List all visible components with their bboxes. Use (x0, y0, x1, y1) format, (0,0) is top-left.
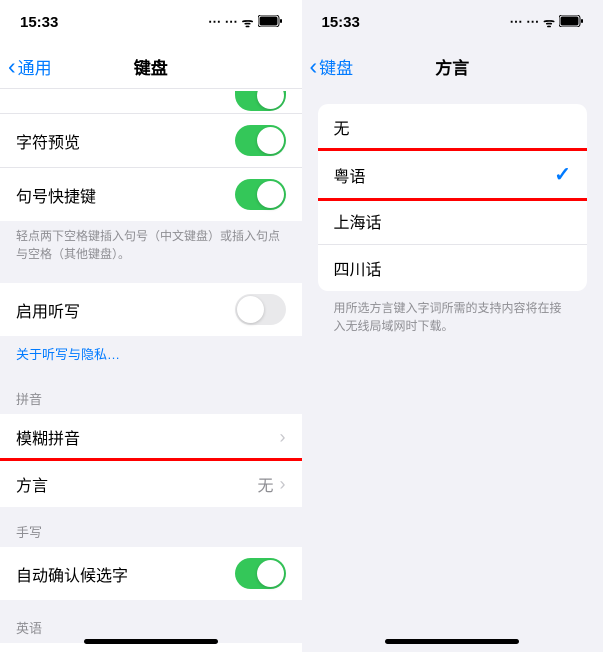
toggle-partial[interactable] (235, 91, 286, 111)
section-header-english: 英语 (0, 600, 302, 643)
row-shanghainese[interactable]: 上海话 (318, 198, 588, 245)
status-time: 15:33 (20, 14, 58, 31)
toggle-period-shortcut[interactable] (235, 179, 286, 210)
row-label: 上海话 (334, 209, 382, 233)
nav-bar: ‹ 键盘 方言 (302, 44, 603, 88)
row-none[interactable]: 无 (318, 104, 588, 151)
status-bar: 15:33 ⋯ ⋯ ᯤ (302, 0, 603, 44)
content: 字符预览 句号快捷键 轻点两下空格键插入句号（中文键盘）或插入句点与空格（其他键… (0, 88, 302, 652)
footer-text: 用所选方言键入字词所需的支持内容将在接入无线局域网时下载。 (302, 291, 603, 335)
row-label: 方言 (16, 472, 48, 496)
back-button[interactable]: ‹ 键盘 (310, 54, 354, 79)
row-label: 四川话 (334, 256, 382, 280)
toggle-auto-confirm[interactable] (235, 558, 286, 589)
row-value: 无 (257, 472, 273, 496)
status-bar: 15:33 ⋯ ⋯ ᯤ (0, 0, 302, 44)
row-char-preview[interactable]: 字符预览 (0, 114, 302, 168)
row-label: 粤语 (334, 163, 366, 187)
row-label: 模糊拼音 (16, 425, 80, 449)
status-right: ⋯ ⋯ ᯤ (208, 13, 282, 31)
row-label: 句号快捷键 (16, 183, 96, 207)
signal-icon: ⋯ ⋯ (510, 14, 540, 30)
status-right: ⋯ ⋯ ᯤ (510, 13, 584, 31)
row-auto-cap[interactable]: 首字母自动大写 (0, 643, 302, 652)
row-label: 无 (334, 115, 350, 139)
home-indicator[interactable] (84, 639, 218, 644)
row-label: 自动确认候选字 (16, 562, 128, 586)
section-header-handwriting: 手写 (0, 504, 302, 547)
battery-icon (258, 15, 282, 30)
toggle-dictation[interactable] (235, 294, 286, 325)
group-english: 首字母自动大写 检查拼写 输入预测 滑行键入时逐词删除 (0, 643, 302, 652)
check-icon: ✓ (554, 162, 571, 187)
back-label: 通用 (18, 54, 52, 79)
wifi-icon: ᯤ (242, 13, 254, 31)
chevron-left-icon: ‹ (8, 55, 16, 78)
row-sichuan[interactable]: 四川话 (318, 245, 588, 291)
page-title: 方言 (435, 54, 469, 79)
page-title: 键盘 (134, 54, 168, 79)
row-dialect[interactable]: 方言 无 › (0, 458, 302, 507)
chevron-right-icon: › (280, 474, 286, 495)
battery-icon (559, 15, 583, 30)
content: 无 粤语 ✓ 上海话 四川话 用所选方言键入字词所需的支持内容将在接入无线局域网… (302, 88, 603, 652)
chevron-right-icon: › (280, 427, 286, 448)
status-time: 15:33 (322, 14, 360, 31)
home-indicator[interactable] (385, 639, 519, 644)
nav-bar: ‹ 通用 键盘 (0, 44, 302, 88)
signal-icon: ⋯ ⋯ (208, 14, 238, 30)
back-button[interactable]: ‹ 通用 (8, 54, 52, 79)
back-label: 键盘 (319, 54, 353, 79)
group-pinyin: 模糊拼音 › 方言 无 › (0, 414, 302, 507)
toggle-char-preview[interactable] (235, 125, 286, 156)
chevron-left-icon: ‹ (310, 55, 318, 78)
section-header-pinyin: 拼音 (0, 371, 302, 414)
group-dialects: 无 粤语 ✓ 上海话 四川话 (318, 104, 588, 291)
group-toggles: 字符预览 句号快捷键 (0, 88, 302, 221)
row-right: 无 › (257, 472, 285, 496)
row-cantonese[interactable]: 粤语 ✓ (318, 148, 588, 201)
row-partial[interactable] (0, 88, 302, 114)
group-dictation: 启用听写 (0, 283, 302, 336)
group-handwriting: 自动确认候选字 (0, 547, 302, 600)
row-label: 字符预览 (16, 129, 80, 153)
row-fuzzy-pinyin[interactable]: 模糊拼音 › (0, 414, 302, 461)
row-auto-confirm[interactable]: 自动确认候选字 (0, 547, 302, 600)
row-period-shortcut[interactable]: 句号快捷键 (0, 168, 302, 221)
row-label: 启用听写 (16, 298, 80, 322)
privacy-link[interactable]: 关于听写与隐私… (0, 336, 302, 371)
wifi-icon: ᯤ (543, 13, 555, 31)
footer-text: 轻点两下空格键插入句号（中文键盘）或插入句点与空格（其他键盘）。 (0, 221, 302, 263)
row-enable-dictation[interactable]: 启用听写 (0, 283, 302, 336)
